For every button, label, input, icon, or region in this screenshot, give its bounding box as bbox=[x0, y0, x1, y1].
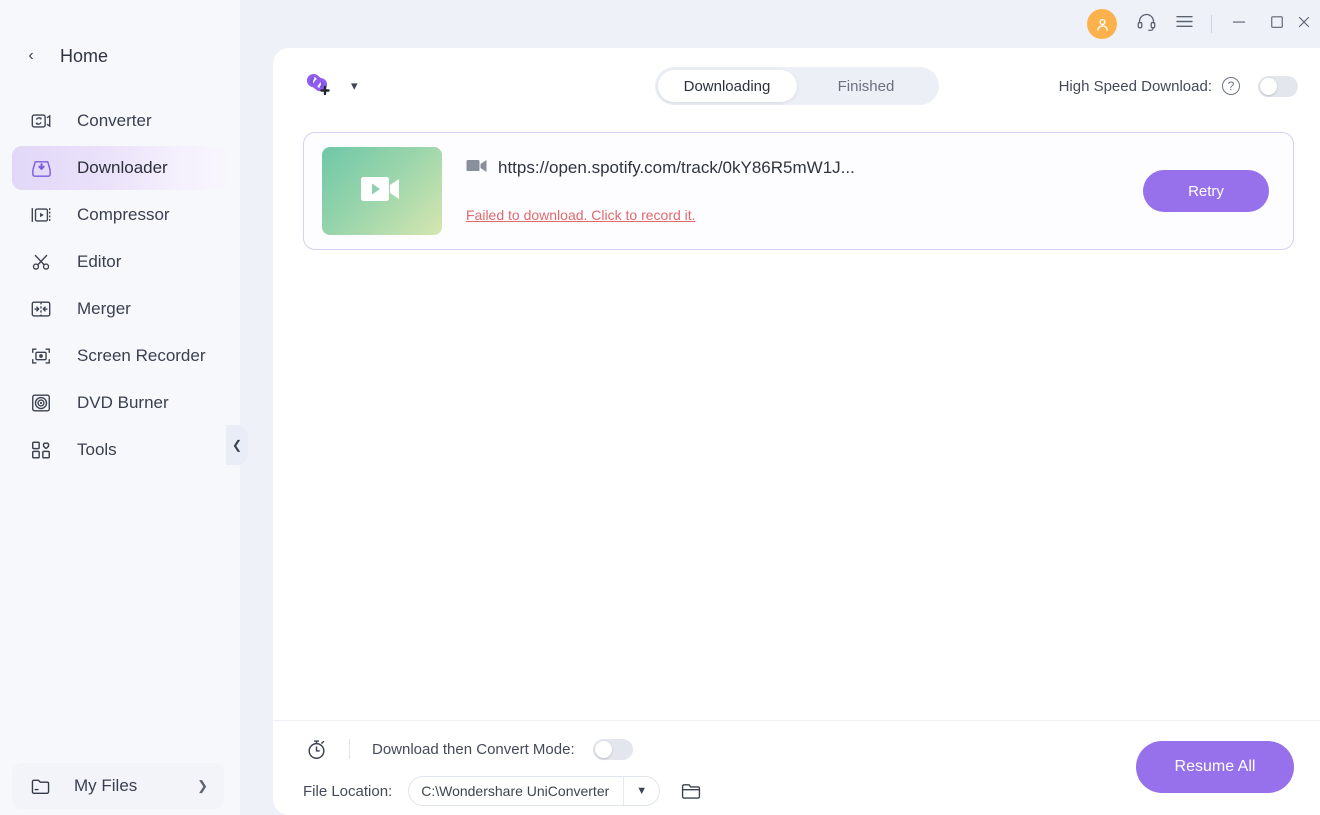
home-label: Home bbox=[60, 45, 109, 66]
toggle-knob bbox=[1260, 77, 1277, 95]
sidebar-item-screen-recorder[interactable]: Screen Recorder bbox=[12, 334, 226, 378]
sidebar-item-label: Compressor bbox=[77, 205, 170, 224]
file-location-combobox[interactable]: ▼ bbox=[408, 776, 661, 806]
download-item-title-row: https://open.spotify.com/track/0kY86R5mW… bbox=[466, 158, 1143, 179]
folder-icon bbox=[28, 774, 52, 798]
titlebar-divider bbox=[1211, 15, 1212, 33]
bottom-bar-divider bbox=[349, 739, 350, 759]
sidebar-item-label: Downloader bbox=[77, 158, 168, 177]
high-speed-download-toggle[interactable] bbox=[1258, 75, 1298, 97]
sidebar-item-tools[interactable]: Tools bbox=[12, 428, 226, 472]
download-item-info: https://open.spotify.com/track/0kY86R5mW… bbox=[466, 158, 1143, 225]
sidebar-item-editor[interactable]: Editor bbox=[12, 240, 226, 284]
download-error-link[interactable]: Failed to download. Click to record it. bbox=[466, 207, 696, 223]
sidebar-item-merger[interactable]: Merger bbox=[12, 287, 226, 331]
close-icon bbox=[1296, 13, 1312, 36]
download-item-url: https://open.spotify.com/track/0kY86R5mW… bbox=[498, 158, 855, 177]
downloader-toolbar: ▾ Downloading Finished High Speed Downlo… bbox=[273, 48, 1320, 124]
status-tabs: Downloading Finished bbox=[654, 67, 939, 105]
my-files-button[interactable]: My Files ❯ bbox=[12, 763, 224, 809]
window-titlebar bbox=[240, 0, 1320, 48]
download-item[interactable]: https://open.spotify.com/track/0kY86R5mW… bbox=[303, 132, 1294, 250]
main-panel: ▾ Downloading Finished High Speed Downlo… bbox=[273, 48, 1320, 815]
file-location-input[interactable] bbox=[409, 777, 624, 805]
hamburger-menu-icon bbox=[1174, 11, 1195, 37]
convert-mode-label: Download then Convert Mode: bbox=[372, 740, 575, 758]
converter-icon bbox=[28, 108, 54, 134]
sidebar-nav: Converter Downloader Compressor Editor M… bbox=[0, 99, 240, 472]
chevron-down-icon[interactable]: ▼ bbox=[623, 777, 659, 805]
question-mark-icon[interactable]: ? bbox=[1222, 77, 1240, 95]
resume-all-button[interactable]: Resume All bbox=[1136, 741, 1294, 793]
download-list: https://open.spotify.com/track/0kY86R5mW… bbox=[273, 124, 1320, 697]
sidebar-item-label: Converter bbox=[77, 111, 152, 130]
sidebar: ‹ Home Converter Downloader Compressor E… bbox=[0, 0, 240, 815]
folder-open-icon[interactable] bbox=[678, 778, 704, 804]
sidebar-collapse-handle[interactable]: ❮ bbox=[226, 425, 248, 465]
sidebar-item-converter[interactable]: Converter bbox=[12, 99, 226, 143]
downloader-icon bbox=[28, 155, 54, 181]
high-speed-download-group: High Speed Download: ? bbox=[1058, 75, 1298, 97]
minimize-button[interactable] bbox=[1220, 7, 1258, 41]
headset-icon bbox=[1136, 11, 1157, 37]
downloader-bottom-bar: Download then Convert Mode: File Locatio… bbox=[273, 720, 1320, 815]
retry-button[interactable]: Retry bbox=[1143, 170, 1269, 212]
support-button[interactable] bbox=[1127, 7, 1165, 41]
home-back-row[interactable]: ‹ Home bbox=[0, 35, 240, 77]
video-file-icon bbox=[466, 158, 488, 179]
compressor-icon bbox=[28, 202, 54, 228]
scissors-icon bbox=[28, 249, 54, 275]
sidebar-item-label: DVD Burner bbox=[77, 393, 169, 412]
tab-finished[interactable]: Finished bbox=[797, 70, 936, 102]
chevron-left-icon: ‹ bbox=[28, 47, 34, 64]
sidebar-item-label: Screen Recorder bbox=[77, 346, 206, 365]
file-location-label: File Location: bbox=[303, 782, 393, 800]
sidebar-item-label: Editor bbox=[77, 252, 122, 271]
avatar[interactable] bbox=[1087, 9, 1117, 39]
main-menu-button[interactable] bbox=[1165, 7, 1203, 41]
dvd-burner-icon bbox=[28, 390, 54, 416]
sidebar-item-label: Tools bbox=[77, 440, 117, 459]
merger-icon bbox=[28, 296, 54, 322]
stopwatch-icon[interactable] bbox=[303, 736, 329, 762]
chevron-left-icon: ❮ bbox=[231, 438, 243, 452]
sidebar-item-downloader[interactable]: Downloader bbox=[12, 146, 226, 190]
high-speed-download-label: High Speed Download: bbox=[1058, 77, 1212, 95]
my-files-label: My Files bbox=[74, 776, 138, 795]
chevron-right-icon: ❯ bbox=[197, 778, 208, 793]
sidebar-item-dvd-burner[interactable]: DVD Burner bbox=[12, 381, 226, 425]
video-thumbnail bbox=[322, 147, 442, 235]
maximize-button[interactable] bbox=[1258, 7, 1296, 41]
sidebar-item-compressor[interactable]: Compressor bbox=[12, 193, 226, 237]
tools-icon bbox=[28, 437, 54, 463]
toggle-knob bbox=[594, 740, 612, 758]
video-camera-icon bbox=[359, 171, 405, 212]
sidebar-item-label: Merger bbox=[77, 299, 131, 318]
convert-mode-toggle[interactable] bbox=[592, 738, 633, 760]
tab-downloading[interactable]: Downloading bbox=[657, 70, 797, 102]
screen-recorder-icon bbox=[28, 343, 54, 369]
chevron-down-icon: ▾ bbox=[351, 78, 358, 93]
minimize-icon bbox=[1230, 13, 1248, 36]
close-button[interactable] bbox=[1296, 7, 1312, 41]
add-link-icon bbox=[299, 66, 335, 107]
add-link-button[interactable]: ▾ bbox=[299, 66, 358, 107]
maximize-icon bbox=[1268, 13, 1286, 36]
